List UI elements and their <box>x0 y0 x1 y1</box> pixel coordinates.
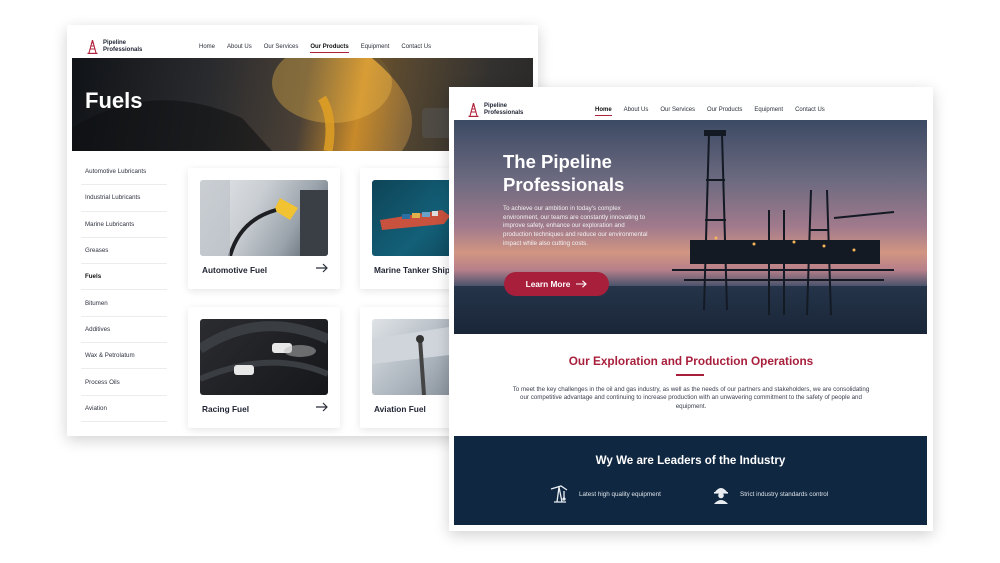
arrow-right-icon[interactable] <box>316 263 328 273</box>
sidebar-item-automotive-lubricants[interactable]: Automotive Lubricants <box>81 159 167 186</box>
feature-label: Latest high quality equipment <box>579 490 661 498</box>
fuel-nozzle-illustration <box>200 180 328 256</box>
racing-cars-illustration <box>200 321 328 382</box>
pumpjack-icon <box>550 485 568 503</box>
oil-derrick-icon <box>87 40 98 54</box>
feature-equipment: Latest high quality equipment <box>549 484 661 504</box>
nav-about-us[interactable]: About Us <box>624 107 649 113</box>
brand-line-2: Professionals <box>103 47 143 53</box>
nav-home[interactable]: Home <box>199 44 215 50</box>
sidebar-item-marine-lubricants[interactable]: Marine Lubricants <box>81 212 167 238</box>
banner-title: Fuels <box>85 88 143 113</box>
learn-more-label: Learn More <box>525 279 571 289</box>
nav-our-services[interactable]: Our Services <box>264 44 299 50</box>
card-title: Aviation Fuel <box>374 404 426 414</box>
nav-equipment[interactable]: Equipment <box>754 107 783 113</box>
nav-our-products[interactable]: Our Products <box>310 44 350 53</box>
sidebar-item-process-oils[interactable]: Process Oils <box>81 369 167 396</box>
learn-more-button[interactable]: Learn More <box>504 272 609 296</box>
nav-our-products[interactable]: Our Products <box>707 107 742 113</box>
sidebar-item-fuels[interactable]: Fuels <box>81 264 167 291</box>
brand-line-1: Pipeline <box>484 103 508 109</box>
hero-title: The Pipeline Professionals <box>503 151 625 195</box>
sidebar-item-industrial-lubricants[interactable]: Industrial Lubricants <box>81 185 167 212</box>
logo[interactable]: Pipeline Professionals <box>87 40 143 54</box>
top-nav: Pipeline Professionals Home About Us Our… <box>67 37 538 57</box>
hero-banner: The Pipeline Professionals To achieve ou… <box>454 120 927 334</box>
heading-underline <box>676 374 704 376</box>
sidebar-item-additives[interactable]: Additives <box>81 317 167 344</box>
oil-derrick-icon <box>468 103 479 117</box>
nav-contact-us[interactable]: Contact Us <box>401 44 431 50</box>
card-title: Automotive Fuel <box>202 265 267 275</box>
feature-label: Strict industry standards control <box>740 490 829 498</box>
racing-fuel-image <box>200 319 328 395</box>
sidebar-item-wax-petrolatum[interactable]: Wax & Petrolatum <box>81 343 167 370</box>
sidebar-item-aviation[interactable]: Aviation <box>81 396 167 422</box>
brand-line-2: Professionals <box>484 110 524 116</box>
nav-contact-us[interactable]: Contact Us <box>795 107 825 113</box>
product-category-sidebar: Automotive Lubricants Industrial Lubrica… <box>81 159 167 422</box>
leaders-heading: Wy We are Leaders of the Industry <box>595 454 786 467</box>
card-title: Racing Fuel <box>202 404 250 414</box>
nav-home[interactable]: Home <box>595 107 612 116</box>
arrow-right-icon <box>576 280 588 288</box>
nav-links: Home About Us Our Services Our Products … <box>199 44 431 53</box>
sidebar-item-bitumen[interactable]: Bitumen <box>81 290 167 317</box>
brand-name: Pipeline Professionals <box>103 40 143 54</box>
home-page-screenshot: Pipeline Professionals Home About Us Our… <box>449 87 933 531</box>
card-title: Marine Tanker Ships <box>374 265 455 275</box>
product-card-automotive-fuel[interactable]: Automotive Fuel <box>188 168 340 289</box>
operations-heading: Our Exploration and Production Operation… <box>568 354 814 368</box>
nav-our-services[interactable]: Our Services <box>660 107 695 113</box>
arrow-right-icon[interactable] <box>316 402 328 412</box>
brand-line-1: Pipeline <box>103 40 127 46</box>
nav-links: Home About Us Our Services Our Products … <box>595 107 825 116</box>
logo[interactable]: Pipeline Professionals <box>468 103 524 117</box>
top-nav: Pipeline Professionals Home About Us Our… <box>449 100 933 120</box>
operations-text: To meet the key challenges in the oil an… <box>512 386 870 410</box>
worker-hardhat-icon <box>714 488 728 504</box>
nav-about-us[interactable]: About Us <box>227 44 252 50</box>
leaders-section: Wy We are Leaders of the Industry Latest… <box>454 436 927 525</box>
feature-standards: Strict industry standards control <box>712 484 828 504</box>
product-card-racing-fuel[interactable]: Racing Fuel <box>188 307 340 428</box>
hero-description: To achieve our ambition in today's compl… <box>503 205 648 247</box>
nav-equipment[interactable]: Equipment <box>361 44 390 50</box>
sidebar-item-greases[interactable]: Greases <box>81 238 167 265</box>
automotive-fuel-image <box>200 180 328 256</box>
brand-name: Pipeline Professionals <box>484 103 524 117</box>
